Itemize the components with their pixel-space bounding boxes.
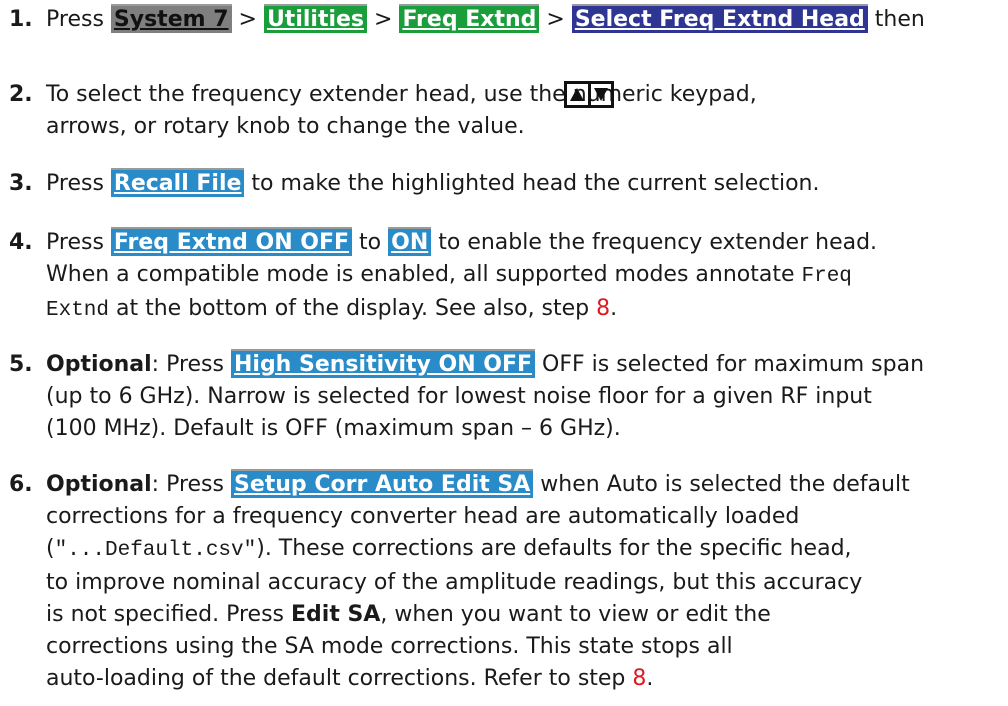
- step-text: Press: [46, 7, 111, 32]
- step-text: (: [46, 536, 55, 561]
- step-text: .: [610, 296, 618, 321]
- optional-label: Optional: [46, 352, 152, 377]
- step-text: corrections for a frequency converter he…: [46, 504, 800, 529]
- step-text: to enable the frequency extender head.: [431, 230, 878, 255]
- step-number: 5.: [9, 352, 33, 377]
- step-2: 2. To select the frequency extender head…: [0, 79, 1006, 143]
- optional-label: Optional: [46, 472, 152, 497]
- step-text: ). These corrections are defaults for th…: [256, 536, 852, 561]
- step-link[interactable]: 8: [632, 666, 646, 691]
- step-text: to make the highlighted head the current…: [244, 171, 820, 196]
- instruction-document: 1. Press System 7 > Utilities > Freq Ext…: [0, 0, 1008, 706]
- step-text: when Auto is selected the default: [533, 472, 910, 497]
- separator: >: [539, 7, 572, 32]
- softkey-freq-extnd[interactable]: Freq Extnd: [399, 4, 540, 33]
- annotation-code: Freq: [801, 265, 852, 288]
- step-text: To select the frequency extender head, u…: [46, 82, 757, 107]
- file-name-code: "...Default.csv": [54, 539, 257, 562]
- step-number: 4.: [9, 230, 33, 255]
- step-1: 1. Press System 7 > Utilities > Freq Ext…: [0, 4, 1006, 36]
- softkey-freq-extnd-on-off[interactable]: Freq Extnd ON OFF: [110, 227, 353, 256]
- step-text: Press: [46, 230, 111, 255]
- step-text: is not specified. Press: [46, 602, 291, 627]
- up-down-arrow-keys-icon: [564, 81, 614, 108]
- step-text: When a compatible mode is enabled, all s…: [46, 262, 802, 287]
- step-text: .: [646, 666, 654, 691]
- step-4: 4. Press Freq Extnd ON OFF to ON to enab…: [0, 227, 1006, 327]
- step-text: OFF is selected for maximum span: [535, 352, 925, 377]
- edit-sa-label: Edit SA: [291, 602, 381, 627]
- step-text: : Press: [151, 352, 231, 377]
- step-text: arrows, or rotary knob to change the val…: [46, 114, 525, 139]
- softkey-on[interactable]: ON: [388, 227, 432, 256]
- step-6: 6. Optional: Press Setup Corr Auto Edit …: [0, 469, 1006, 695]
- step-text: Press: [46, 171, 111, 196]
- annotation-code: Extnd: [46, 299, 110, 322]
- step-text: , when you want to view or edit the: [380, 602, 771, 627]
- separator: >: [231, 7, 264, 32]
- step-text: corrections using the SA mode correction…: [46, 634, 733, 659]
- softkey-high-sensitivity[interactable]: High Sensitivity ON OFF: [230, 349, 536, 378]
- step-number: 6.: [9, 472, 33, 497]
- softkey-system[interactable]: System 7: [110, 4, 232, 33]
- softkey-utilities[interactable]: Utilities: [263, 4, 368, 33]
- step-text: (100 MHz). Default is OFF (maximum span …: [46, 416, 621, 441]
- step-3: 3. Press Recall File to make the highlig…: [0, 168, 1006, 200]
- step-text: : Press: [151, 472, 231, 497]
- step-text: then: [867, 7, 925, 32]
- softkey-setup-corr[interactable]: Setup Corr Auto Edit SA: [230, 469, 534, 498]
- up-arrow-icon: [567, 84, 588, 105]
- step-number: 3.: [9, 171, 33, 196]
- step-number: 1.: [9, 7, 33, 32]
- step-text: at the bottom of the display. See also, …: [109, 296, 597, 321]
- step-text: to: [352, 230, 389, 255]
- down-arrow-icon: [587, 84, 612, 105]
- softkey-select-freq-extnd-head[interactable]: Select Freq Extnd Head: [571, 4, 868, 33]
- step-text: (up to 6 GHz). Narrow is selected for lo…: [46, 384, 872, 409]
- step-text: auto-loading of the default corrections.…: [46, 666, 633, 691]
- step-text: to improve nominal accuracy of the ampli…: [46, 570, 863, 595]
- step-link[interactable]: 8: [596, 296, 610, 321]
- softkey-recall-file[interactable]: Recall File: [110, 168, 245, 197]
- step-5: 5. Optional: Press High Sensitivity ON O…: [0, 349, 1006, 445]
- separator: >: [367, 7, 400, 32]
- step-number: 2.: [9, 82, 33, 107]
